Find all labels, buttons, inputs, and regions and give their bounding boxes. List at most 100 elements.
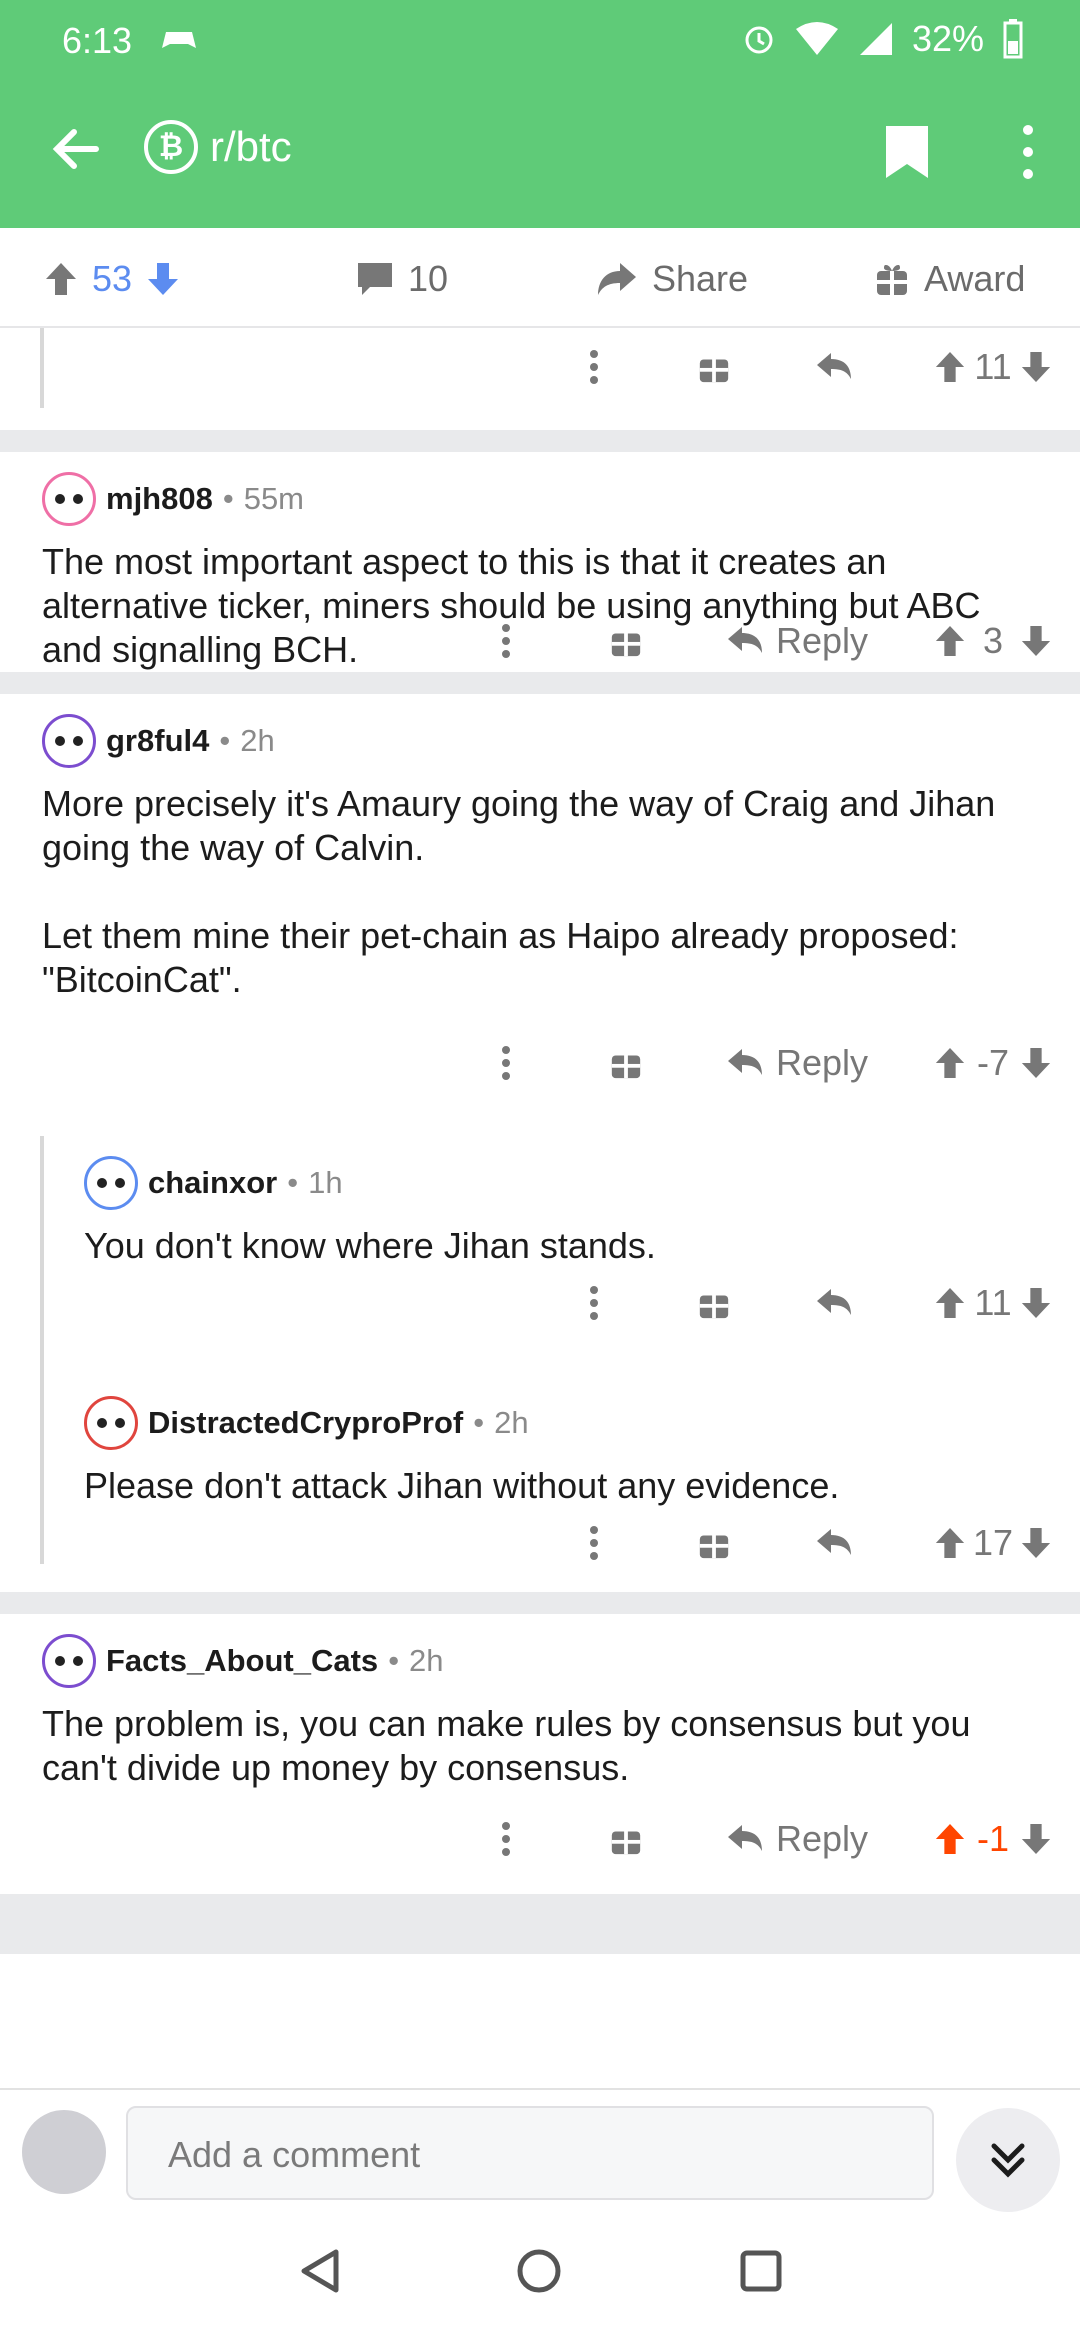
- comment-actions: 17: [574, 1516, 1052, 1570]
- add-comment-input[interactable]: Add a comment: [126, 2106, 934, 2200]
- award-icon[interactable]: [606, 1046, 646, 1080]
- more-vert-icon[interactable]: [1018, 124, 1038, 180]
- more-vert-icon[interactable]: [574, 1526, 614, 1560]
- avatar[interactable]: [42, 1634, 96, 1688]
- award-icon[interactable]: [694, 1286, 734, 1320]
- downvote-icon[interactable]: [1020, 1822, 1052, 1856]
- award-icon[interactable]: [694, 350, 734, 384]
- comment-tail: 11: [0, 328, 1080, 430]
- downvote-icon[interactable]: [1020, 1046, 1052, 1080]
- upvote-icon[interactable]: [934, 624, 966, 658]
- reply-icon: [727, 1825, 762, 1851]
- nav-home-icon[interactable]: [514, 2246, 564, 2296]
- separator-dot: •: [219, 723, 231, 758]
- comment-composer: Add a comment: [0, 2088, 1080, 2220]
- separator-dot: •: [222, 481, 234, 516]
- share-icon: [598, 263, 636, 295]
- back-arrow-icon[interactable]: [48, 122, 102, 176]
- more-vert-icon[interactable]: [574, 350, 614, 384]
- avatar[interactable]: [84, 1156, 138, 1210]
- more-vert-icon[interactable]: [574, 1286, 614, 1320]
- post-comments-button[interactable]: 10: [356, 258, 448, 300]
- reply-comment: DistractedCryproProf • 2h Please don't a…: [84, 1396, 1054, 1508]
- comment-age: 1h: [308, 1165, 343, 1200]
- comment-age: 2h: [240, 723, 275, 758]
- username[interactable]: DistractedCryproProf: [148, 1405, 463, 1441]
- separator: [0, 672, 1080, 694]
- reply-button[interactable]: Reply: [726, 620, 868, 662]
- my-avatar: [22, 2110, 106, 2194]
- reply-label: Reply: [775, 1042, 868, 1083]
- more-vert-icon[interactable]: [486, 624, 526, 658]
- upvote-icon[interactable]: [934, 350, 966, 384]
- downvote-icon[interactable]: [1020, 1526, 1052, 1560]
- separator-dot: •: [473, 1405, 485, 1440]
- subreddit-name: r/btc: [210, 123, 292, 170]
- reply-button[interactable]: Reply: [726, 1042, 868, 1084]
- reply-label: Reply: [775, 620, 868, 661]
- username[interactable]: Facts_About_Cats: [106, 1643, 378, 1679]
- game-controller-icon: [162, 32, 196, 48]
- comment-body: You don't know where Jihan stands.: [84, 1225, 656, 1266]
- comment-actions: Reply -7: [486, 1036, 1052, 1090]
- comment-header: Facts_About_Cats • 2h: [42, 1634, 1038, 1688]
- status-right: 32%: [742, 18, 1024, 60]
- award-icon[interactable]: [606, 624, 646, 658]
- avatar[interactable]: [42, 472, 96, 526]
- expand-icon[interactable]: [956, 2108, 1060, 2212]
- upvote-icon[interactable]: [934, 1286, 966, 1320]
- downvote-icon[interactable]: [146, 261, 180, 297]
- comment-header: chainxor • 1h: [84, 1156, 1054, 1210]
- comment-icon: [358, 263, 392, 295]
- nav-recents-icon[interactable]: [736, 2246, 786, 2296]
- reply-icon: [727, 1049, 762, 1075]
- upvote-icon[interactable]: [934, 1822, 966, 1856]
- reply-button[interactable]: Reply: [726, 1818, 868, 1860]
- reply-icon[interactable]: [814, 1287, 854, 1319]
- separator: [0, 1592, 1080, 1614]
- comment: Facts_About_Cats • 2h The problem is, yo…: [0, 1614, 1080, 1894]
- downvote-icon[interactable]: [1020, 1286, 1052, 1320]
- reply-icon[interactable]: [814, 351, 854, 383]
- username[interactable]: chainxor: [148, 1165, 277, 1201]
- subreddit-title[interactable]: ₿ r/btc: [144, 120, 292, 174]
- avatar[interactable]: [84, 1396, 138, 1450]
- nav-back-icon[interactable]: [296, 2246, 346, 2296]
- share-label: Share: [652, 258, 749, 299]
- username[interactable]: mjh808: [106, 481, 213, 517]
- award-icon: [877, 265, 907, 295]
- comment-score: 3: [982, 620, 1004, 661]
- comment-age: 2h: [409, 1643, 444, 1678]
- more-vert-icon[interactable]: [486, 1046, 526, 1080]
- comment-score: -7: [976, 1042, 1009, 1083]
- upvote-icon[interactable]: [934, 1526, 966, 1560]
- avatar[interactable]: [42, 714, 96, 768]
- post-comment-count: 10: [408, 258, 449, 299]
- award-icon[interactable]: [606, 1822, 646, 1856]
- comment-actions: 11: [574, 1276, 1052, 1330]
- upvote-icon[interactable]: [44, 261, 78, 297]
- reply-comment: chainxor • 1h You don't know where Jihan…: [84, 1156, 1054, 1268]
- bookmark-icon[interactable]: [884, 124, 930, 180]
- comment-header: DistractedCryproProf • 2h: [84, 1396, 1054, 1450]
- post-vote: 53: [44, 258, 180, 300]
- comment-score: -1: [976, 1818, 1009, 1859]
- username[interactable]: gr8ful4: [106, 723, 209, 759]
- award-icon[interactable]: [694, 1526, 734, 1560]
- share-button[interactable]: Share: [596, 258, 748, 300]
- separator-dot: •: [287, 1165, 299, 1200]
- reply-icon[interactable]: [814, 1527, 854, 1559]
- upvote-icon[interactable]: [934, 1046, 966, 1080]
- separator-dot: •: [388, 1643, 400, 1678]
- award-button[interactable]: Award: [874, 258, 1025, 300]
- downvote-icon[interactable]: [1020, 350, 1052, 384]
- status-time: 6:13: [62, 20, 133, 61]
- downvote-icon[interactable]: [1020, 624, 1052, 658]
- comment-header: mjh808 • 55m: [42, 472, 1038, 526]
- system-navigation-bar: [0, 2220, 1080, 2340]
- comment-actions: Reply -1: [486, 1812, 1052, 1866]
- more-vert-icon[interactable]: [486, 1822, 526, 1856]
- comment-score: 11: [974, 346, 1012, 387]
- comment-body: Please don't attack Jihan without any ev…: [84, 1465, 840, 1506]
- subreddit-icon: ₿: [144, 120, 198, 174]
